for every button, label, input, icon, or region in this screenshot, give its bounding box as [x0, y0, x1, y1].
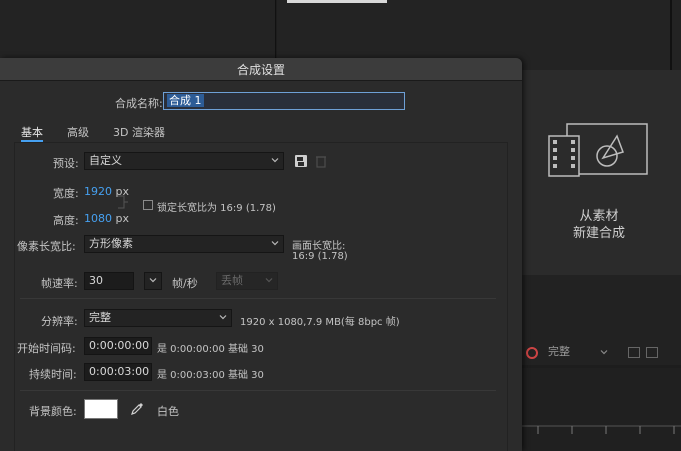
duration-label: 持续时间:	[29, 368, 77, 381]
resolution-value: 完整	[89, 311, 111, 324]
pixel-aspect-label: 像素长宽比:	[17, 240, 76, 253]
pixel-aspect-dropdown[interactable]: 方形像素	[84, 235, 284, 253]
eyedropper-icon[interactable]	[130, 402, 144, 416]
background-color-swatch[interactable]	[84, 399, 118, 419]
lock-aspect-checkbox[interactable]	[143, 200, 153, 210]
save-preset-icon[interactable]	[294, 154, 308, 168]
fit-view-icon[interactable]	[628, 347, 640, 358]
background-highlight-strip	[287, 0, 387, 3]
section-divider	[20, 298, 496, 299]
comp-name-value: 合成 1	[167, 94, 204, 107]
height-field[interactable]: 1080 px	[84, 212, 129, 225]
background-color-label: 背景颜色:	[29, 405, 77, 418]
frame-rate-value: 30	[89, 274, 103, 287]
width-label: 宽度:	[53, 187, 79, 200]
lock-aspect-label: 锁定长宽比为 16:9 (1.78)	[157, 203, 276, 214]
section-divider	[20, 390, 496, 391]
composition-settings-dialog: 合成设置 合成名称: 合成 1 基本 高级 3D 渲染器 预设: 自定义 宽度:…	[0, 58, 522, 451]
tab-basic[interactable]: 基本	[21, 124, 43, 140]
grid-toggle-icon[interactable]	[646, 347, 658, 358]
tab-advanced[interactable]: 高级	[67, 124, 89, 140]
dialog-titlebar[interactable]: 合成设置	[0, 58, 522, 81]
start-timecode-info: 是 0:00:00:00 基础 30	[157, 344, 264, 355]
link-bracket-icon	[118, 195, 128, 209]
viewer-resolution-value: 完整	[548, 345, 570, 358]
drop-frame-dropdown: 丢帧	[216, 272, 278, 290]
timeline-ruler[interactable]	[520, 425, 681, 435]
new-comp-label-line2: 新建合成	[572, 226, 625, 241]
duration-input[interactable]: 0:00:03:00	[84, 363, 152, 381]
start-timecode-label: 开始时间码:	[17, 342, 76, 355]
timeline-panel	[520, 368, 681, 451]
start-timecode-value: 0:00:00:00	[89, 339, 150, 352]
chevron-down-icon	[265, 278, 273, 283]
new-comp-label-line1: 从素材	[579, 209, 619, 224]
duration-value: 0:00:03:00	[89, 365, 150, 378]
viewer-resolution-dropdown[interactable]: 完整	[544, 344, 612, 361]
frame-aspect-value: 16:9 (1.78)	[292, 251, 348, 262]
delete-preset-icon[interactable]	[314, 154, 328, 168]
height-unit: px	[115, 212, 130, 225]
comp-name-label: 合成名称:	[115, 97, 163, 110]
duration-info: 是 0:00:03:00 基础 30	[157, 370, 264, 381]
frame-rate-input[interactable]: 30	[84, 272, 134, 290]
preset-value: 自定义	[89, 154, 122, 167]
height-label: 高度:	[53, 214, 79, 227]
start-timecode-input[interactable]: 0:00:00:00	[84, 337, 152, 355]
resolution-dropdown[interactable]: 完整	[84, 309, 232, 327]
tab-3d-renderer[interactable]: 3D 渲染器	[113, 124, 165, 140]
background-panel-top-left	[0, 0, 276, 58]
chevron-down-icon	[271, 241, 279, 246]
new-comp-from-footage-label: 从素材 新建合成	[540, 208, 658, 242]
frame-rate-unit: 帧/秒	[172, 277, 198, 290]
frame-aspect-label: 画面长宽比:	[292, 241, 346, 252]
viewer-mini-toolbar: 完整	[520, 343, 681, 363]
height-value: 1080	[84, 212, 112, 225]
comp-name-input[interactable]: 合成 1	[163, 92, 405, 110]
preset-dropdown[interactable]: 自定义	[84, 152, 284, 170]
chevron-down-icon	[149, 278, 157, 283]
pixel-aspect-value: 方形像素	[89, 237, 133, 250]
frame-rate-label: 帧速率:	[41, 277, 78, 290]
preset-label: 预设:	[53, 157, 79, 170]
frame-rate-dropdown[interactable]	[144, 272, 162, 290]
chevron-down-icon	[271, 158, 279, 163]
chevron-down-icon	[219, 315, 227, 320]
background-divider	[670, 0, 672, 70]
dialog-title: 合成设置	[236, 63, 285, 77]
resolution-info: 1920 x 1080,7.9 MB(每 8bpc 帧)	[240, 317, 400, 328]
resolution-label: 分辨率:	[41, 315, 78, 328]
film-composition-icon	[548, 123, 648, 177]
chevron-down-icon	[600, 350, 608, 355]
drop-frame-value: 丢帧	[221, 274, 243, 287]
color-wheel-icon[interactable]	[526, 347, 538, 359]
background-color-name: 白色	[157, 405, 179, 418]
